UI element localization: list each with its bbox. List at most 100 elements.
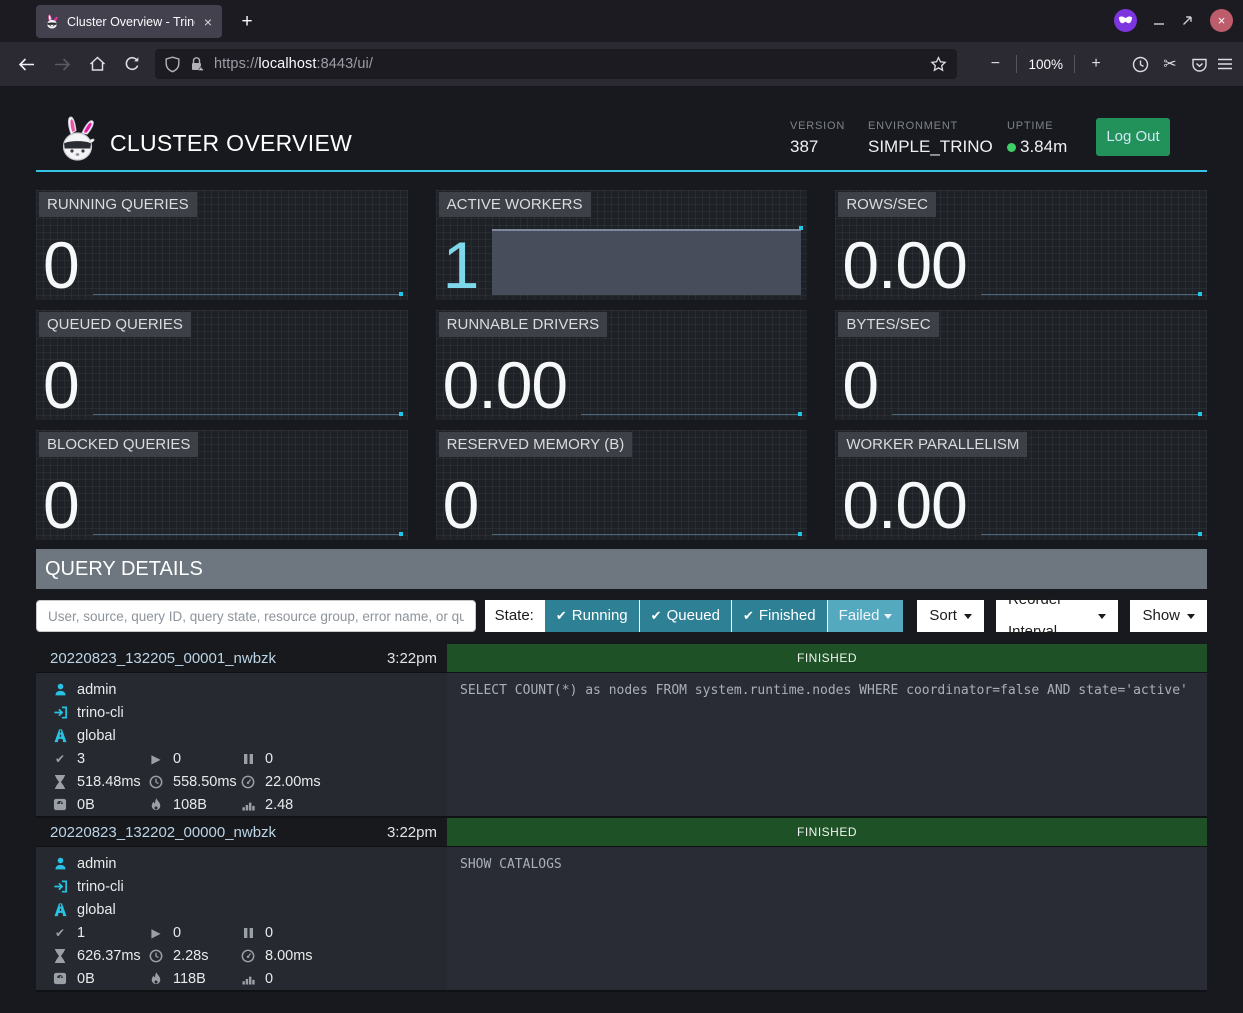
stat-card-blocked-queries: BLOCKED QUERIES 0	[36, 430, 408, 540]
logout-button[interactable]: Log Out	[1096, 118, 1170, 156]
stat-label: ROWS/SEC	[838, 192, 936, 217]
stat-value: 0	[43, 474, 79, 537]
uptime-value: 3.84m	[1020, 137, 1067, 156]
sort-dropdown[interactable]: Sort	[917, 600, 984, 632]
stat-card-bytes-sec: BYTES/SEC 0	[835, 310, 1207, 420]
window-restore-button[interactable]	[1181, 14, 1194, 27]
caret-down-icon	[964, 614, 972, 619]
completed-splits-check-icon: ✔	[52, 926, 68, 940]
wall-time: 518.48ms	[77, 774, 141, 790]
user-icon	[52, 856, 68, 871]
cumulative-memory-bars-icon	[240, 972, 256, 985]
check-icon: ✔	[651, 600, 662, 632]
query-status-badge: FINISHED	[447, 644, 1207, 672]
stat-label: RUNNING QUERIES	[39, 192, 197, 217]
state-filter-running[interactable]: ✔ Running	[544, 600, 639, 632]
cpu-time-gauge-icon	[240, 775, 256, 789]
show-dropdown[interactable]: Show	[1130, 600, 1207, 632]
tracking-protection-shield-icon[interactable]	[165, 56, 180, 73]
stat-card-worker-parallelism: WORKER PARALLELISM 0.00	[835, 430, 1207, 540]
reorder-interval-dropdown[interactable]: Reorder Interval	[996, 600, 1119, 632]
state-filter-label: State:	[485, 600, 544, 632]
stat-card-reserved-memory: RESERVED MEMORY (B) 0	[436, 430, 808, 540]
resource-group-road-icon	[52, 902, 68, 917]
query-id-link[interactable]: 20220823_132205_00001_nwbzk	[50, 650, 276, 667]
stat-label: QUEUED QUERIES	[39, 312, 191, 337]
elapsed-time: 2.28s	[173, 948, 208, 964]
zoom-out-button[interactable]: −	[983, 55, 1007, 73]
menu-hamburger-icon[interactable]	[1217, 57, 1233, 71]
source-sign-in-icon	[52, 705, 68, 720]
query-source: trino-cli	[77, 705, 124, 721]
stat-label: RESERVED MEMORY (B)	[439, 432, 633, 457]
check-icon: ✔	[743, 600, 754, 632]
stat-label: BYTES/SEC	[838, 312, 938, 337]
new-tab-button[interactable]: +	[234, 9, 260, 35]
stat-label: WORKER PARALLELISM	[838, 432, 1027, 457]
zoom-in-button[interactable]: +	[1084, 55, 1108, 73]
elapsed-time: 558.50ms	[173, 774, 237, 790]
sparkline	[93, 227, 404, 297]
trino-bunny-logo	[56, 114, 100, 164]
cumulative-memory: 0	[265, 971, 273, 987]
home-button[interactable]	[82, 49, 112, 79]
insecure-lock-icon[interactable]	[189, 56, 205, 72]
elapsed-time-clock-icon	[148, 775, 164, 789]
queued-splits-pause-icon	[240, 753, 256, 765]
running-splits-play-icon: ▶	[148, 752, 164, 766]
back-button[interactable]	[11, 49, 41, 79]
stat-value: 0.00	[842, 234, 966, 297]
wall-time-hourglass-icon	[52, 949, 68, 963]
version-label: VERSION	[790, 120, 845, 132]
stat-card-rows-sec: ROWS/SEC 0.00	[835, 190, 1207, 300]
state-filter-finished[interactable]: ✔ Finished	[731, 600, 827, 632]
peak-memory-fire-icon	[148, 798, 164, 812]
caret-down-icon	[1187, 614, 1195, 619]
query-user: admin	[77, 682, 117, 698]
stat-value: 0	[43, 234, 79, 297]
stat-value: 1	[443, 234, 479, 297]
uptime-block: UPTIME 3.84m	[1007, 120, 1067, 157]
window-minimize-button[interactable]	[1153, 15, 1165, 27]
sparkline	[981, 227, 1203, 297]
query-source: trino-cli	[77, 879, 124, 895]
uptime-status-dot	[1007, 143, 1016, 152]
query-row: 20220823_132202_00000_nwbzk 3:22pm FINIS…	[36, 818, 1207, 992]
url-text[interactable]: https://localhost:8443/ui/	[214, 56, 373, 72]
query-search-input[interactable]	[36, 600, 476, 632]
screenshot-scissors-icon[interactable]: ✂	[1158, 54, 1182, 74]
query-list: 20220823_132205_00001_nwbzk 3:22pm FINIS…	[36, 644, 1207, 992]
queued-splits: 0	[265, 925, 273, 941]
url-bar[interactable]: https://localhost:8443/ui/	[155, 49, 957, 79]
stat-card-queued-queries: QUEUED QUERIES 0	[36, 310, 408, 420]
forward-button[interactable]	[47, 49, 77, 79]
state-filter-queued[interactable]: ✔ Queued	[639, 600, 731, 632]
stat-value: 0	[43, 354, 79, 417]
sparkline	[892, 347, 1203, 417]
peak-memory: 118B	[173, 971, 206, 987]
queued-splits: 0	[265, 751, 273, 767]
private-browsing-icon	[1114, 9, 1137, 32]
current-memory-scale-icon	[52, 798, 68, 811]
stat-card-active-workers: ACTIVE WORKERS 1	[436, 190, 808, 300]
reload-button[interactable]	[117, 49, 147, 79]
bookmark-star-icon[interactable]	[930, 56, 947, 72]
stat-label: ACTIVE WORKERS	[439, 192, 591, 217]
running-splits: 0	[173, 925, 181, 941]
environment-block: ENVIRONMENT SIMPLE_TRINO	[868, 120, 993, 157]
running-splits: 0	[173, 751, 181, 767]
state-filter-failed-dropdown[interactable]: Failed	[827, 600, 904, 632]
query-id-link[interactable]: 20220823_132202_00000_nwbzk	[50, 824, 276, 841]
user-icon	[52, 682, 68, 697]
current-memory: 0B	[77, 971, 95, 987]
version-value: 387	[790, 137, 845, 157]
pocket-save-icon[interactable]	[1191, 56, 1208, 73]
tab-close-icon[interactable]: ×	[202, 14, 214, 30]
trino-favicon-icon	[44, 14, 60, 30]
history-clock-icon[interactable]	[1132, 56, 1149, 73]
check-icon: ✔	[556, 600, 567, 632]
zoom-level[interactable]: 100%	[1026, 57, 1065, 72]
browser-tab[interactable]: Cluster Overview - Trino ×	[36, 5, 222, 38]
window-close-button[interactable]: ×	[1210, 9, 1233, 32]
peak-memory-fire-icon	[148, 972, 164, 986]
